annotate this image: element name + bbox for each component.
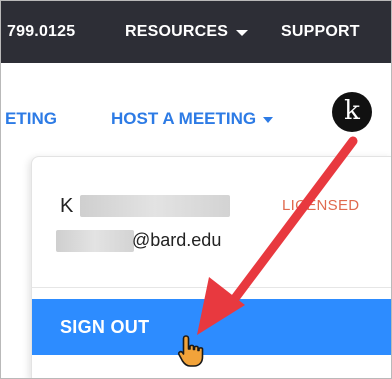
user-name: K (60, 195, 74, 217)
main-navigation: ETING HOST A MEETING k (1, 63, 391, 153)
top-navigation-bar: 799.0125 RESOURCES SUPPORT (1, 1, 391, 63)
resources-menu[interactable]: RESOURCES (125, 23, 249, 41)
resources-label: RESOURCES (125, 23, 229, 40)
user-email: @bard.edu (132, 230, 222, 250)
sign-out-button[interactable]: SIGN OUT (32, 299, 391, 355)
join-meeting-link[interactable]: ETING (5, 109, 57, 129)
support-link[interactable]: SUPPORT (281, 23, 360, 41)
redacted-name (80, 195, 230, 217)
chevron-down-icon (263, 117, 274, 123)
divider (32, 287, 391, 288)
license-badge: LICENSED (282, 197, 360, 214)
hand-pointer-icon (177, 335, 204, 367)
phone-number-link[interactable]: 799.0125 (7, 23, 75, 41)
redacted-email (56, 230, 134, 252)
screenshot-frame: 799.0125 RESOURCES SUPPORT ETING HOST A … (0, 0, 392, 379)
chevron-down-icon (236, 30, 249, 36)
sign-out-label: SIGN OUT (60, 317, 150, 337)
account-dropdown: K LICENSED @bard.edu SIGN OUT (31, 156, 391, 378)
user-avatar[interactable]: k (332, 92, 372, 132)
host-meeting-label: HOST A MEETING (111, 109, 257, 128)
host-meeting-menu[interactable]: HOST A MEETING (111, 109, 274, 129)
